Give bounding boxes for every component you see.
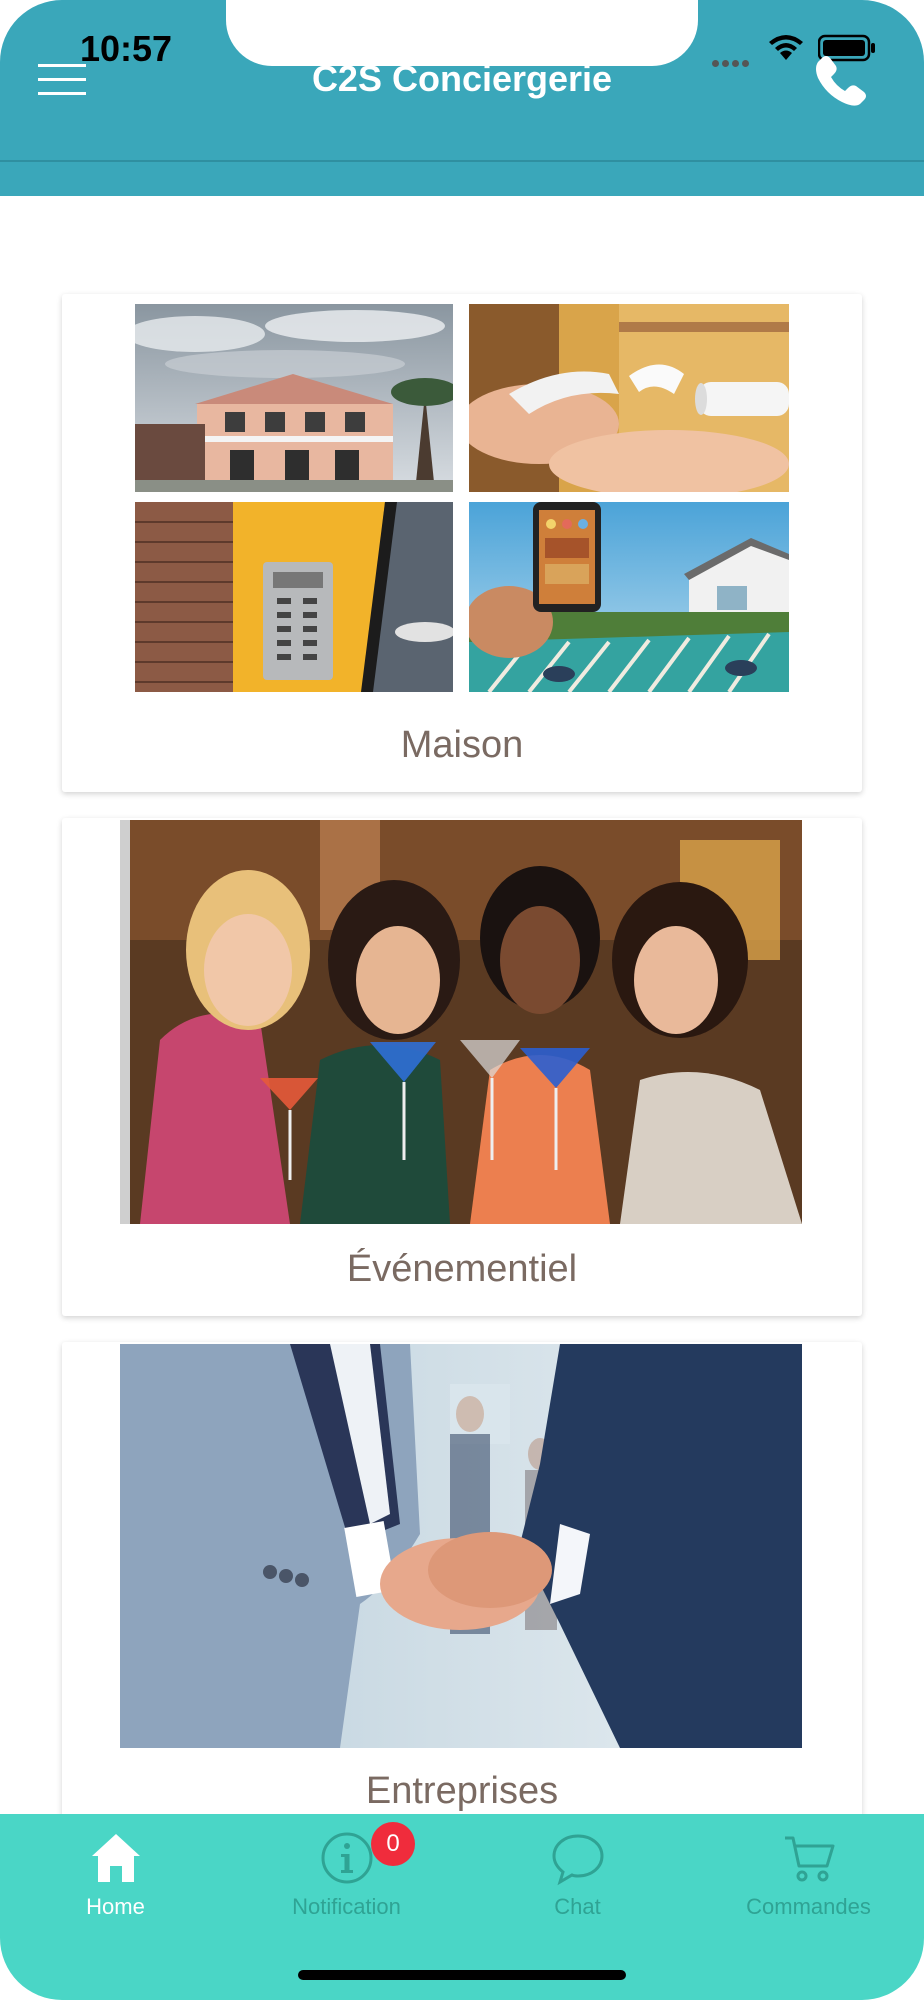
card-label: Entreprises [365, 1770, 559, 1812]
category-card-evenementiel[interactable]: Événementiel [62, 818, 862, 1316]
category-card-entreprises[interactable]: Entreprises [62, 1342, 862, 1842]
tab-notification-label: Notification [292, 1894, 401, 1919]
screen: 10:57 C2S Conciergerie Maison Événementi… [0, 0, 924, 2000]
tab-home-label: Home [86, 1894, 145, 1919]
phone-icon[interactable] [812, 52, 870, 110]
intercom-photo [135, 502, 453, 692]
business-handshake-photo [120, 1344, 802, 1748]
cart-icon [785, 1836, 835, 1882]
tab-commandes-label: Commandes [746, 1894, 871, 1919]
device-notch [226, 0, 698, 66]
home-indicator[interactable] [298, 1970, 626, 1980]
page-title: C2S Conciergerie [311, 58, 613, 99]
tab-commandes[interactable]: Commandes [693, 1814, 924, 1934]
header-subbar [0, 162, 924, 196]
card-label: Maison [400, 724, 524, 766]
house-photo [135, 304, 453, 492]
event-party-photo [120, 820, 802, 1224]
chat-bubble-icon [552, 1834, 604, 1886]
tab-notification[interactable]: 0 Notification [231, 1814, 462, 1934]
info-icon [321, 1832, 373, 1884]
tab-chat[interactable]: Chat [462, 1814, 693, 1934]
tab-home[interactable]: Home [0, 1814, 231, 1934]
card-label: Événementiel [346, 1248, 578, 1290]
tab-chat-label: Chat [554, 1894, 601, 1919]
home-icon [92, 1834, 140, 1882]
phone-hammock-photo [469, 502, 789, 692]
notification-badge: 0 [371, 1822, 415, 1866]
category-card-maison[interactable]: Maison [62, 294, 862, 792]
plumbing-photo [469, 304, 789, 492]
